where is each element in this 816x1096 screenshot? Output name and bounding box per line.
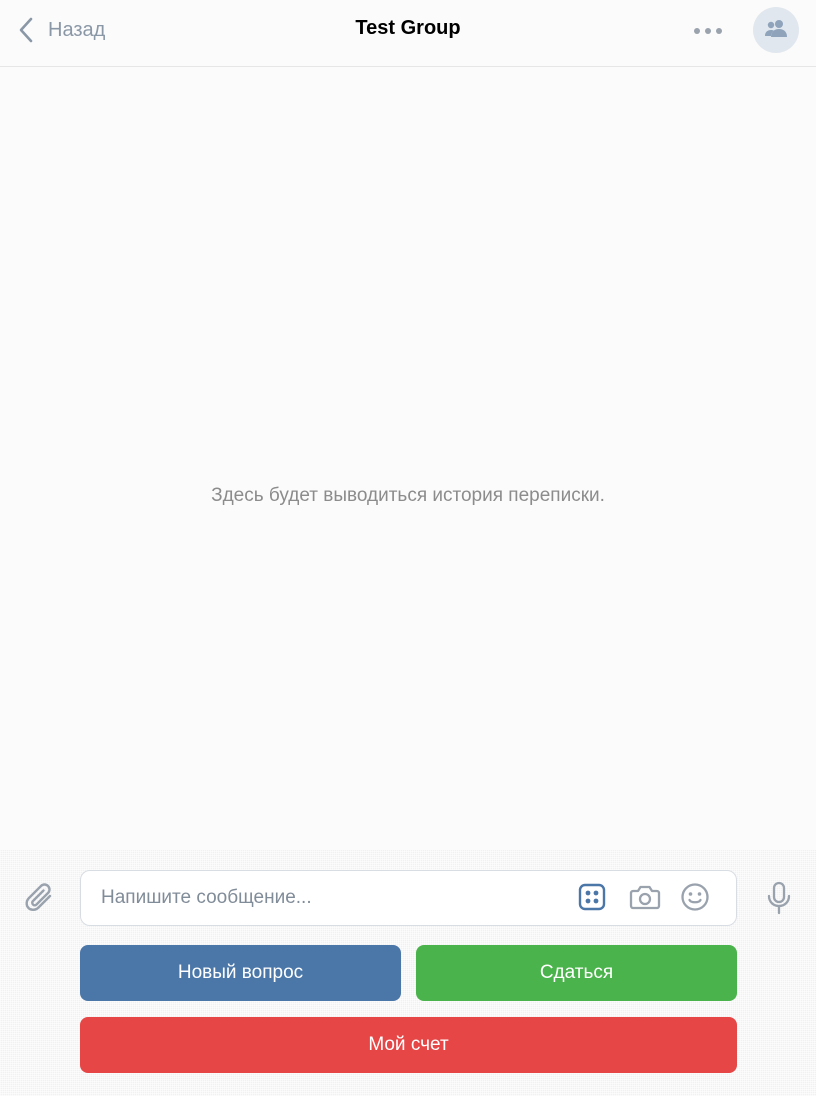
give-up-button[interactable]: Сдаться bbox=[416, 945, 737, 1001]
bot-keyboard-button[interactable] bbox=[575, 882, 609, 916]
more-icon[interactable] bbox=[688, 18, 728, 44]
empty-history-text: Здесь будет выводиться история переписки… bbox=[211, 485, 605, 506]
my-score-button[interactable]: Мой счет bbox=[80, 1017, 737, 1073]
chat-history: Здесь будет выводиться история переписки… bbox=[0, 68, 816, 850]
emoji-button[interactable] bbox=[678, 882, 712, 916]
smile-icon bbox=[680, 882, 710, 917]
bot-keyboard-icon bbox=[578, 883, 606, 916]
new-question-button[interactable]: Новый вопрос bbox=[80, 945, 401, 1001]
back-label: Назад bbox=[48, 18, 106, 41]
chevron-left-icon bbox=[14, 16, 38, 44]
app: Назад Test Group Здесь будет выводиться bbox=[0, 0, 816, 1096]
attach-button[interactable] bbox=[22, 882, 58, 918]
message-input-box bbox=[80, 870, 737, 926]
message-input[interactable] bbox=[101, 871, 571, 925]
camera-icon bbox=[629, 883, 661, 916]
microphone-icon bbox=[766, 881, 792, 920]
composer: Новый вопрос Сдаться Мой счет bbox=[0, 850, 816, 1096]
voice-message-button[interactable] bbox=[762, 881, 796, 920]
header: Назад Test Group bbox=[0, 0, 816, 67]
my-score-label: Мой счет bbox=[368, 1034, 449, 1055]
group-avatar[interactable] bbox=[753, 7, 799, 53]
group-avatar-icon bbox=[764, 18, 788, 43]
paperclip-icon bbox=[23, 881, 57, 920]
camera-button[interactable] bbox=[628, 882, 662, 916]
new-question-label: Новый вопрос bbox=[177, 962, 304, 983]
give-up-label: Сдаться bbox=[539, 962, 614, 983]
back-button[interactable]: Назад bbox=[14, 14, 105, 46]
